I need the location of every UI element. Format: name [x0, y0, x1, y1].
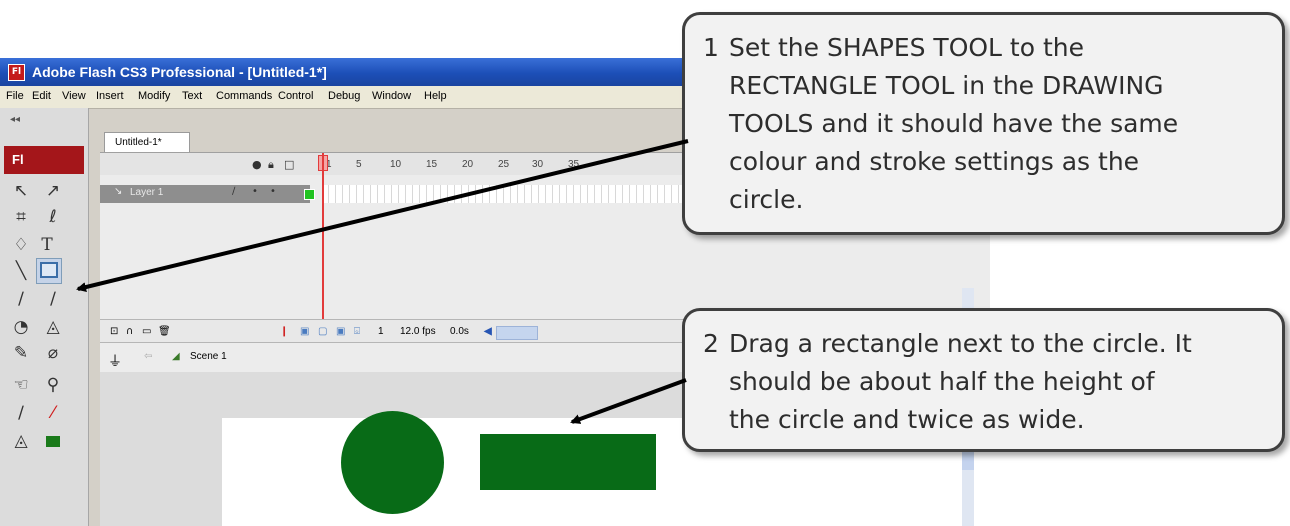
arrow-to-rectangle: [570, 378, 687, 424]
arrow-to-rectangle-tool: [76, 139, 689, 292]
callout-arrows: [76, 139, 689, 424]
